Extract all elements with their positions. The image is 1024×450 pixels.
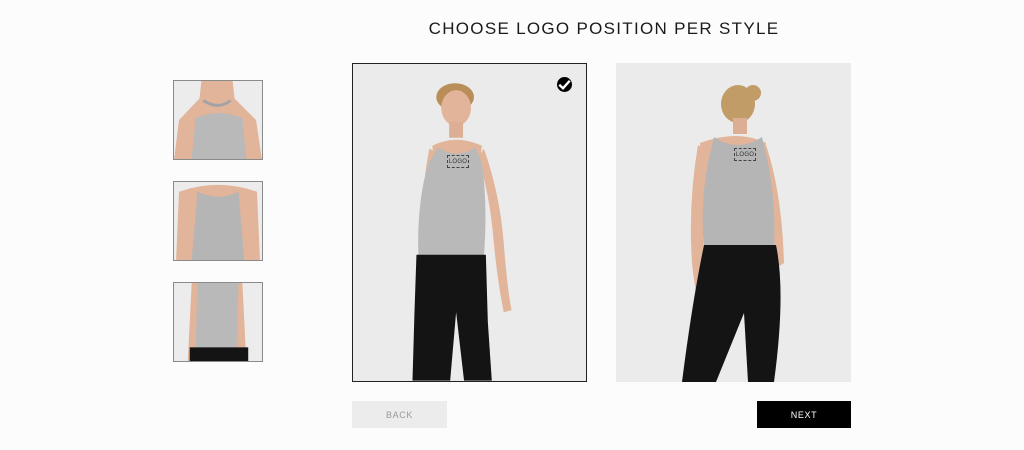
next-button[interactable]: NEXT xyxy=(757,401,851,428)
side-view-image xyxy=(174,283,262,361)
thumb-back-view[interactable] xyxy=(173,181,263,261)
thumb-side-view[interactable] xyxy=(173,282,263,362)
back-logo-position-panel[interactable]: LOGO xyxy=(616,63,851,382)
shoulder-detail-image xyxy=(174,81,262,159)
back-view-image xyxy=(174,182,262,260)
back-button[interactable]: BACK xyxy=(352,401,447,428)
back-model-image xyxy=(616,63,851,382)
front-model-image xyxy=(353,64,586,381)
front-logo-position-panel[interactable]: LOGO xyxy=(352,63,587,382)
back-logo-placement-box: LOGO xyxy=(734,148,756,161)
thumb-shoulder-detail[interactable] xyxy=(173,80,263,160)
selected-check-icon xyxy=(557,77,572,92)
page-title: CHOOSE LOGO POSITION PER STYLE xyxy=(428,19,780,38)
front-logo-placement-box: LOGO xyxy=(447,155,469,168)
